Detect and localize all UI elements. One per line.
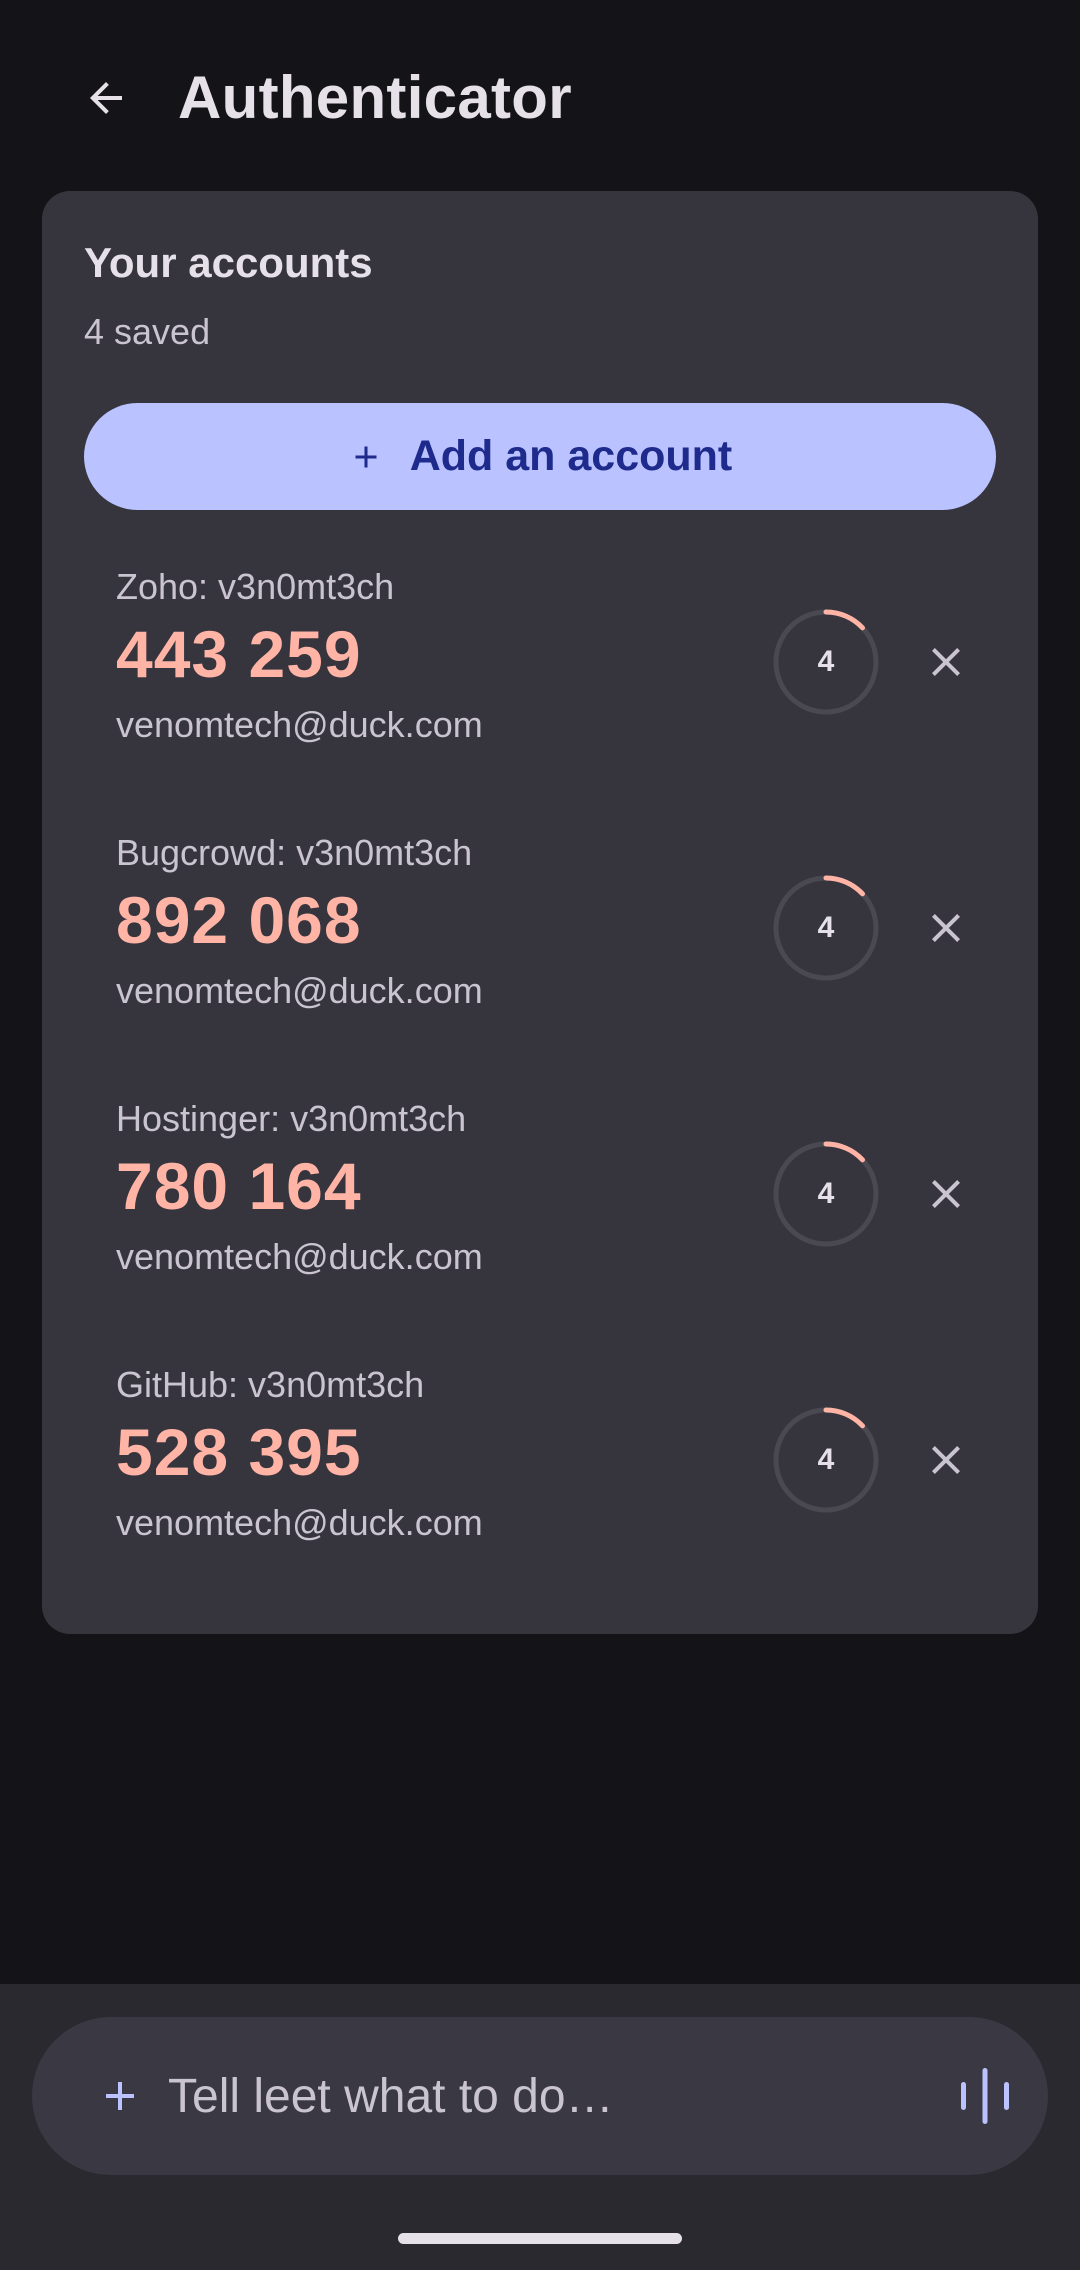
close-icon [932,1180,960,1208]
voice-input-button[interactable] [950,2061,1020,2131]
close-icon [932,1446,960,1474]
seconds-left: 4 [817,645,835,678]
account-item-github[interactable]: GitHub: v3n0mt3ch 528 395 venomtech@duck… [116,1364,996,1564]
account-email: venomtech@duck.com [116,1502,483,1543]
otp-code[interactable]: 443 259 [116,616,362,692]
voice-waveform-icon [961,2068,1009,2124]
add-account-label: Add an account [409,432,733,480]
seconds-left: 4 [817,1443,835,1476]
account-issuer: Hostinger: v3n0mt3ch [116,1098,467,1139]
add-account-button[interactable]: Add an account [84,403,996,510]
countdown-timer: 4 [772,608,880,716]
home-indicator[interactable] [398,2233,682,2244]
seconds-left: 4 [817,911,835,944]
remove-account-button[interactable] [906,622,986,702]
countdown-timer: 4 [772,874,880,982]
attach-button[interactable] [90,2066,150,2126]
countdown-timer: 4 [772,1140,880,1248]
otp-code[interactable]: 528 395 [116,1414,362,1490]
accounts-card-title: Your accounts [84,239,373,286]
account-item-hostinger[interactable]: Hostinger: v3n0mt3ch 780 164 venomtech@d… [116,1098,996,1298]
accounts-count: 4 saved [84,311,211,352]
account-email: venomtech@duck.com [116,1236,483,1277]
account-email: venomtech@duck.com [116,970,483,1011]
page-title: Authenticator [178,64,572,131]
remove-account-button[interactable] [906,888,986,968]
account-issuer: Bugcrowd: v3n0mt3ch [116,832,473,873]
composer-bar [32,2017,1048,2175]
app-bar: Authenticator [0,0,1080,190]
close-icon [932,648,960,676]
account-issuer: Zoho: v3n0mt3ch [116,566,395,607]
plus-icon [355,446,377,467]
account-item-zoho[interactable]: Zoho: v3n0mt3ch 443 259 venomtech@duck.c… [116,566,996,766]
plus-icon [106,2082,134,2110]
close-icon [932,914,960,942]
remove-account-button[interactable] [906,1154,986,1234]
account-email: venomtech@duck.com [116,704,483,745]
back-button[interactable] [66,58,146,138]
account-item-bugcrowd[interactable]: Bugcrowd: v3n0mt3ch 892 068 venomtech@du… [116,832,996,1032]
account-issuer: GitHub: v3n0mt3ch [116,1364,425,1405]
accounts-card: Your accounts 4 saved Add an account Zoh… [42,191,1038,1634]
otp-code[interactable]: 780 164 [116,1148,362,1224]
arrow-left-icon [90,82,122,114]
command-input[interactable] [168,2057,808,2135]
remove-account-button[interactable] [906,1420,986,1500]
otp-code[interactable]: 892 068 [116,882,362,958]
countdown-timer: 4 [772,1406,880,1514]
seconds-left: 4 [817,1177,835,1210]
